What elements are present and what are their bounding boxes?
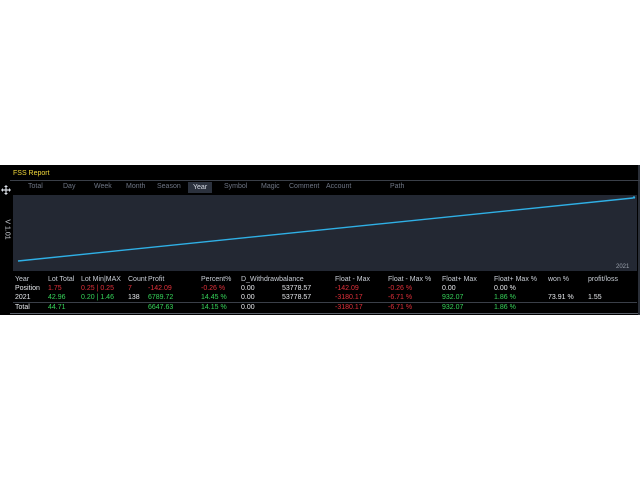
table-cell: 932.07	[442, 294, 464, 301]
equity-endpoint	[632, 196, 636, 199]
table-cell: 1.86 %	[494, 304, 516, 311]
version-label: V 1.01	[3, 219, 11, 240]
table-cell: 2021	[15, 294, 31, 301]
table-cell: 1.86 %	[494, 294, 516, 301]
table-cell: 0.20 | 1.46	[81, 294, 114, 301]
table-cell: -6.71 %	[388, 304, 413, 311]
tab-comment[interactable]: Comment	[289, 183, 319, 190]
table-cell: 6789.72	[148, 294, 174, 301]
table-cell: 53778.57	[282, 294, 312, 301]
tab-day[interactable]: Day	[63, 183, 75, 190]
table-cell: -3180.17	[335, 294, 363, 301]
col-profit-loss: profit/loss	[588, 276, 618, 283]
table-cell: -142.09	[335, 285, 359, 292]
table-cell: 0.00 %	[494, 285, 516, 292]
table-bottom-border	[10, 313, 638, 314]
tab-magic[interactable]: Magic	[261, 183, 280, 190]
tab-path[interactable]: Path	[390, 183, 404, 190]
tab-account[interactable]: Account	[326, 183, 351, 190]
tab-symbol[interactable]: Symbol	[224, 183, 247, 190]
col-percent: Percent%	[201, 276, 232, 283]
x-tick-label: 2021	[616, 264, 630, 270]
table-cell: 14.15 %	[201, 304, 227, 311]
table-cell: Total	[15, 304, 30, 311]
col-count: Count	[128, 276, 147, 283]
table-cell: 138	[128, 294, 140, 301]
table-cell: -3180.17	[335, 304, 363, 311]
col-float-plus-max: Float+ Max	[442, 276, 477, 283]
table-cell: 44.71	[48, 304, 66, 311]
table-cell: -0.26 %	[388, 285, 413, 292]
col-lot-minmax: Lot Min|MAX	[81, 276, 121, 283]
table-cell: 7	[128, 285, 132, 292]
title-divider	[10, 180, 640, 181]
window-title: FSS Report	[13, 170, 50, 177]
col-float-max: Float - Max	[335, 276, 371, 283]
table-cell: 1.75	[48, 285, 62, 292]
tab-total[interactable]: Total	[28, 183, 43, 190]
table-cell: Position	[15, 285, 40, 292]
table-cell: 53778.57	[282, 285, 312, 292]
col-lot-total: Lot Total	[48, 276, 75, 283]
col-float-max-pct: Float - Max %	[388, 276, 432, 283]
table-cell: 14.45 %	[201, 294, 227, 301]
table-cell: -142.09	[148, 285, 172, 292]
col-float-plus-max-pct: Float+ Max %	[494, 276, 537, 283]
table-cell: 73.91 %	[548, 294, 574, 301]
table-cell: 0.25 | 0.25	[81, 285, 114, 292]
tab-season[interactable]: Season	[157, 183, 181, 190]
col-withdraw-balance: D_Withdrawbalance	[241, 276, 304, 283]
table-cell: 0.00	[241, 294, 255, 301]
table-cell: 0.00	[442, 285, 456, 292]
table-cell: -6.71 %	[388, 294, 413, 301]
equity-line	[17, 197, 634, 262]
tab-week[interactable]: Week	[94, 183, 112, 190]
tab-year[interactable]: Year	[188, 182, 213, 193]
table-cell: 1.55	[588, 294, 602, 301]
period-tabs: Total Day Week Month Season Year Symbol …	[10, 182, 638, 194]
table-cell: 932.07	[442, 304, 464, 311]
table-cell: 42.96	[48, 294, 66, 301]
table-cell: 0.00	[241, 285, 255, 292]
tab-month[interactable]: Month	[126, 183, 145, 190]
table-cell: -0.26 %	[201, 285, 226, 292]
row-divider	[13, 302, 637, 303]
col-year: Year	[15, 276, 30, 283]
table-cell: 6647.63	[148, 304, 174, 311]
col-profit: Profit	[148, 276, 165, 283]
table-cell: 0.00	[241, 304, 255, 311]
col-won-pct: won %	[548, 276, 570, 283]
equity-chart: 2021	[13, 195, 637, 271]
